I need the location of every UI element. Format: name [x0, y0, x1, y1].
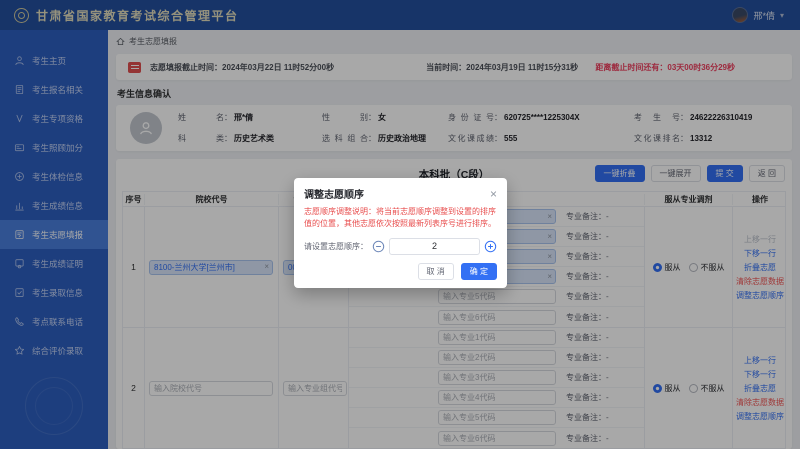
order-input-label: 请设置志愿顺序： [304, 241, 368, 251]
modal-title: 调整志愿顺序 [304, 190, 364, 201]
adjust-order-modal: 调整志愿顺序 × 志愿顺序调整说明：将当前志愿顺序调整到设置的排序值的位置，其他… [294, 178, 507, 288]
order-value-input[interactable] [389, 237, 480, 255]
confirm-button[interactable]: 确 定 [460, 262, 497, 280]
close-icon[interactable]: × [490, 188, 497, 200]
decrease-button[interactable] [372, 240, 385, 253]
increase-button[interactable] [484, 240, 497, 253]
modal-note: 志愿顺序调整说明：将当前志愿顺序调整到设置的排序值的位置，其他志愿依次按照最新列… [304, 207, 496, 229]
cancel-button[interactable]: 取 消 [417, 262, 454, 280]
